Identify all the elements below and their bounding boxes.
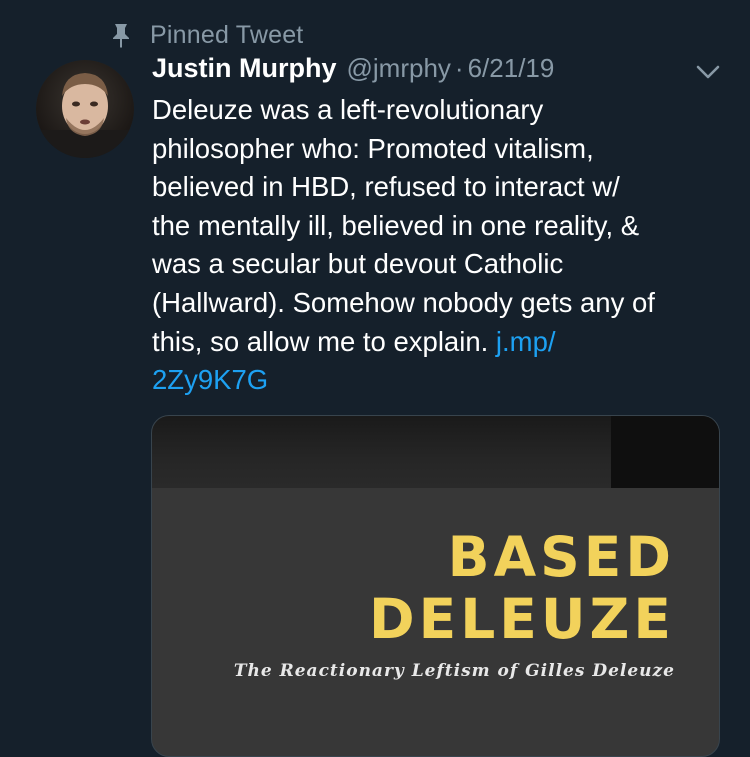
author-name[interactable]: Justin Murphy bbox=[152, 53, 337, 84]
author-handle[interactable]: @jmrphy bbox=[347, 53, 451, 84]
pinned-tweet-indicator: Pinned Tweet bbox=[110, 18, 303, 52]
tweet-header: Justin Murphy @jmrphy · 6/21/19 bbox=[152, 53, 554, 93]
card-title: BASED DELEUZE bbox=[369, 525, 675, 651]
tweet-body: Deleuze was a left-revolutionary philoso… bbox=[152, 91, 732, 400]
card-subtitle: The Reactionary Leftism of Gilles Deleuz… bbox=[233, 661, 675, 681]
pin-icon bbox=[110, 21, 132, 49]
chevron-down-icon[interactable] bbox=[694, 62, 722, 82]
avatar[interactable] bbox=[36, 60, 134, 158]
separator-dot: · bbox=[454, 53, 464, 83]
card-image-top-dark bbox=[611, 416, 719, 488]
tweet-text: Deleuze was a left-revolutionary philoso… bbox=[152, 94, 655, 357]
pinned-tweet-label: Pinned Tweet bbox=[150, 20, 304, 49]
link-preview-card[interactable]: BASED DELEUZE The Reactionary Leftism of… bbox=[151, 415, 720, 757]
tweet-date[interactable]: 6/21/19 bbox=[468, 53, 555, 84]
